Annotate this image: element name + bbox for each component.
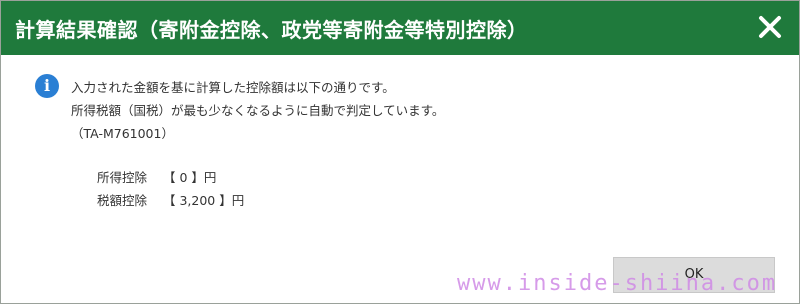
message-code: （TA-M761001） xyxy=(71,126,174,141)
result-value: 【 0 】円 xyxy=(162,170,217,185)
message-line-1: 入力された金額を基に計算した控除額は以下の通りです。 xyxy=(71,80,395,95)
ok-button[interactable]: OK xyxy=(613,257,775,293)
info-icon: i xyxy=(35,74,59,98)
result-dialog: 計算結果確認（寄附金控除、政党等寄附金等特別控除） i 入力された金額を基に計算… xyxy=(0,0,800,304)
result-label: 所得控除 xyxy=(97,170,148,185)
message-line-2: 所得税額（国税）が最も少なくなるように自動で判定しています。 xyxy=(71,103,445,118)
dialog-titlebar: 計算結果確認（寄附金控除、政党等寄附金等特別控除） xyxy=(1,1,799,55)
result-row-tax-credit: 税額控除 【 3,200 】円 xyxy=(97,190,244,209)
result-value: 【 3,200 】円 xyxy=(162,193,245,208)
result-row-income-deduction: 所得控除 【 0 】円 xyxy=(97,167,216,186)
result-label: 税額控除 xyxy=(97,193,148,208)
dialog-title: 計算結果確認（寄附金控除、政党等寄附金等特別控除） xyxy=(15,18,528,42)
close-icon[interactable] xyxy=(755,12,785,42)
